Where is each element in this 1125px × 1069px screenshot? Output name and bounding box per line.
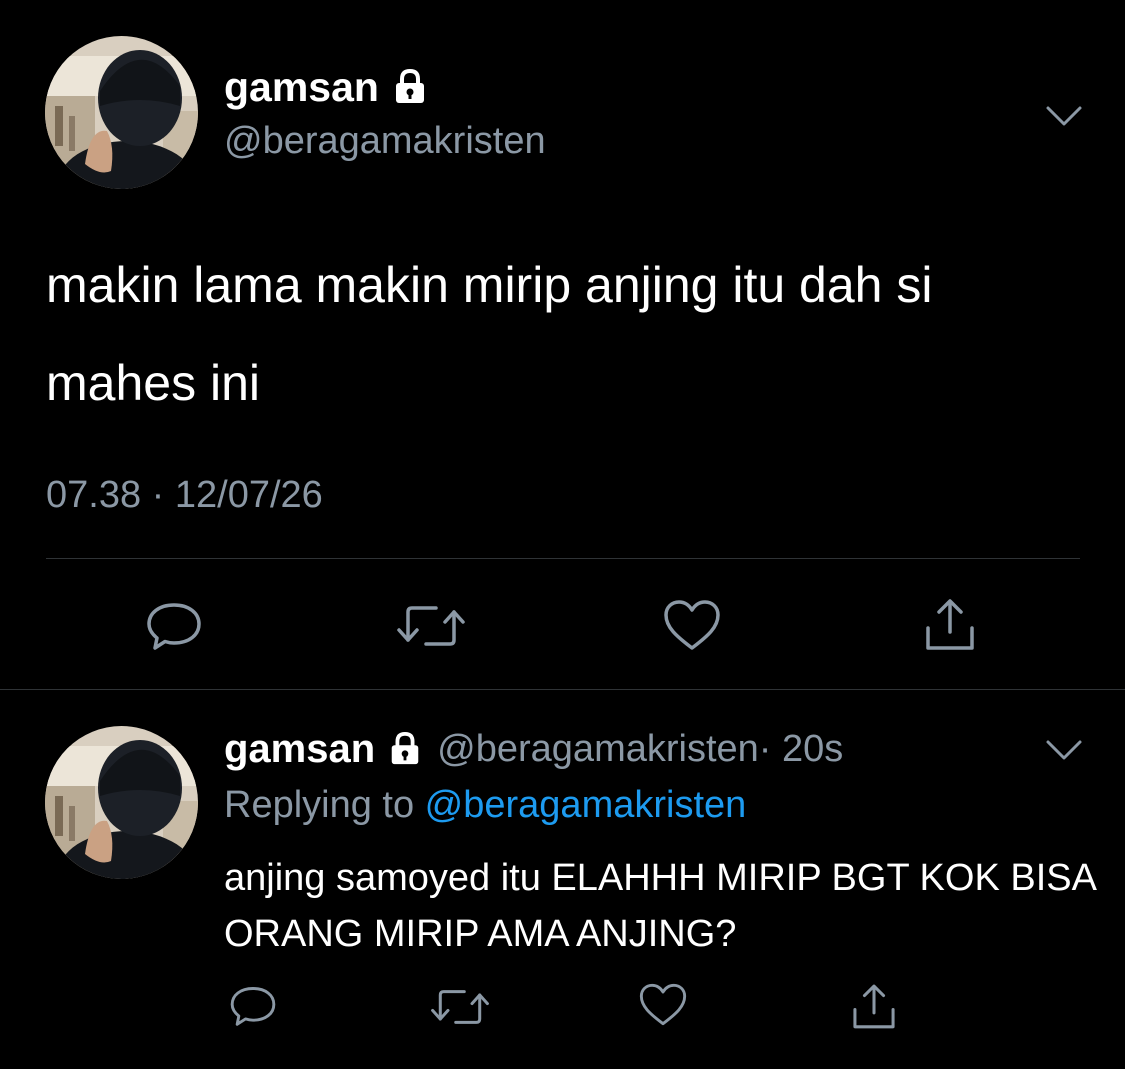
reply-button[interactable] [144, 600, 204, 652]
action-bar [0, 980, 1125, 1040]
reply-header: gamsan @beragamakristen · 20s [224, 724, 843, 774]
avatar[interactable] [45, 36, 198, 189]
replying-to: Replying to @beragamakristen [224, 780, 746, 830]
timestamp[interactable]: 07.38 · 12/07/26 [46, 470, 323, 520]
reply-tweet[interactable]: gamsan @beragamakristen · 20s Replying t… [0, 690, 1125, 1069]
share-icon [848, 980, 900, 1032]
retweet-icon [396, 602, 466, 650]
tweet-text: anjing samoyed itu ELAHHH MIRIP BGT KOK … [224, 857, 1095, 955]
reply-button[interactable] [228, 984, 278, 1028]
share-icon [920, 594, 980, 654]
retweet-button[interactable] [396, 602, 466, 650]
comment-bubble-icon [144, 600, 204, 652]
share-button[interactable] [848, 980, 900, 1032]
user-handle[interactable]: @beragamakristen [224, 117, 546, 165]
tweet-text: makin lama makin mirip anjing itu dah si… [46, 257, 933, 411]
display-name-text[interactable]: gamsan [224, 62, 379, 112]
display-name[interactable]: gamsan [224, 724, 375, 774]
retweet-button[interactable] [430, 986, 490, 1028]
timestamp[interactable]: · 20s [759, 724, 843, 774]
divider [46, 558, 1080, 559]
replying-to-link[interactable]: @beragamakristen [425, 784, 747, 826]
heart-icon [662, 598, 722, 652]
heart-icon [638, 982, 688, 1027]
lock-icon [387, 731, 423, 767]
lock-icon [391, 68, 429, 106]
chevron-down-icon[interactable] [1044, 734, 1084, 764]
replying-prefix: Replying to [224, 784, 425, 826]
display-name[interactable]: gamsan [224, 62, 429, 112]
share-button[interactable] [920, 594, 980, 654]
like-button[interactable] [638, 982, 688, 1027]
avatar[interactable] [45, 726, 198, 879]
like-button[interactable] [662, 598, 722, 652]
main-tweet: gamsan @beragamakristen makin lama makin… [0, 0, 1125, 690]
user-handle[interactable]: @beragamakristen [437, 724, 759, 774]
chevron-down-icon[interactable] [1044, 100, 1084, 130]
retweet-icon [430, 986, 490, 1028]
comment-bubble-icon [228, 984, 278, 1028]
action-bar [0, 590, 1125, 660]
